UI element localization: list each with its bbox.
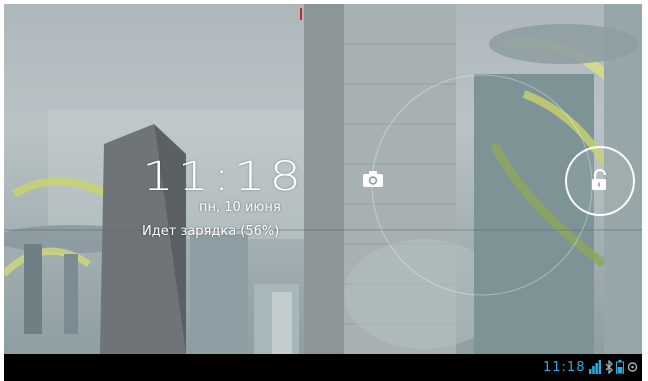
status-clock: 11:18 — [543, 360, 586, 375]
camera-target[interactable] — [360, 167, 386, 191]
battery-icon — [616, 360, 624, 374]
signal-icon — [589, 360, 601, 374]
android-lockscreen: 11:18 пн, 10 июня Идет зарядка (56%) 11:… — [0, 0, 648, 381]
unlock-handle[interactable] — [565, 146, 635, 216]
wallpaper-city-image — [4, 4, 642, 354]
system-bar: 11:18 — [4, 354, 642, 381]
unlock-icon — [592, 169, 607, 190]
camera-icon — [363, 171, 383, 187]
bluetooth-icon — [605, 360, 613, 374]
wallpaper — [4, 4, 642, 354]
wifi-icon — [627, 362, 638, 372]
